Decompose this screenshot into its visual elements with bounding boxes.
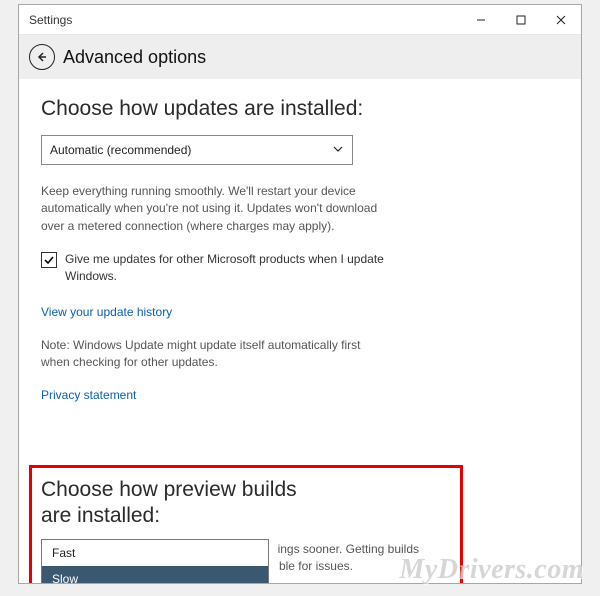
preview-ring-dropdown[interactable]: Fast Slow	[41, 539, 269, 583]
content-area: Choose how updates are installed: Automa…	[19, 79, 581, 583]
page-title: Advanced options	[63, 47, 206, 68]
checkbox-icon[interactable]	[41, 252, 57, 268]
preview-builds-section: Choose how preview builds are installed:…	[41, 477, 421, 540]
page-header: Advanced options	[19, 35, 581, 79]
titlebar: Settings	[19, 5, 581, 35]
updates-description: Keep everything running smoothly. We'll …	[41, 183, 381, 235]
preview-heading: Choose how preview builds are installed:	[41, 477, 321, 530]
dropdown-option-fast[interactable]: Fast	[42, 540, 268, 566]
maximize-button[interactable]	[501, 5, 541, 34]
select-value: Automatic (recommended)	[50, 143, 191, 157]
back-button[interactable]	[29, 44, 55, 70]
privacy-link[interactable]: Privacy statement	[41, 388, 136, 402]
chevron-down-icon	[332, 143, 344, 158]
minimize-button[interactable]	[461, 5, 501, 34]
updates-heading: Choose how updates are installed:	[41, 97, 559, 121]
update-note: Note: Windows Update might update itself…	[41, 337, 381, 372]
window-title: Settings	[29, 13, 461, 27]
window-controls	[461, 5, 581, 34]
checkbox-label: Give me updates for other Microsoft prod…	[65, 251, 401, 285]
close-button[interactable]	[541, 5, 581, 34]
view-history-link[interactable]: View your update history	[41, 305, 172, 319]
update-method-select[interactable]: Automatic (recommended)	[41, 135, 353, 165]
other-products-checkbox-row[interactable]: Give me updates for other Microsoft prod…	[41, 251, 401, 285]
settings-window: Settings Advanced options Choose how upd…	[18, 4, 582, 584]
dropdown-option-slow[interactable]: Slow	[42, 566, 268, 583]
